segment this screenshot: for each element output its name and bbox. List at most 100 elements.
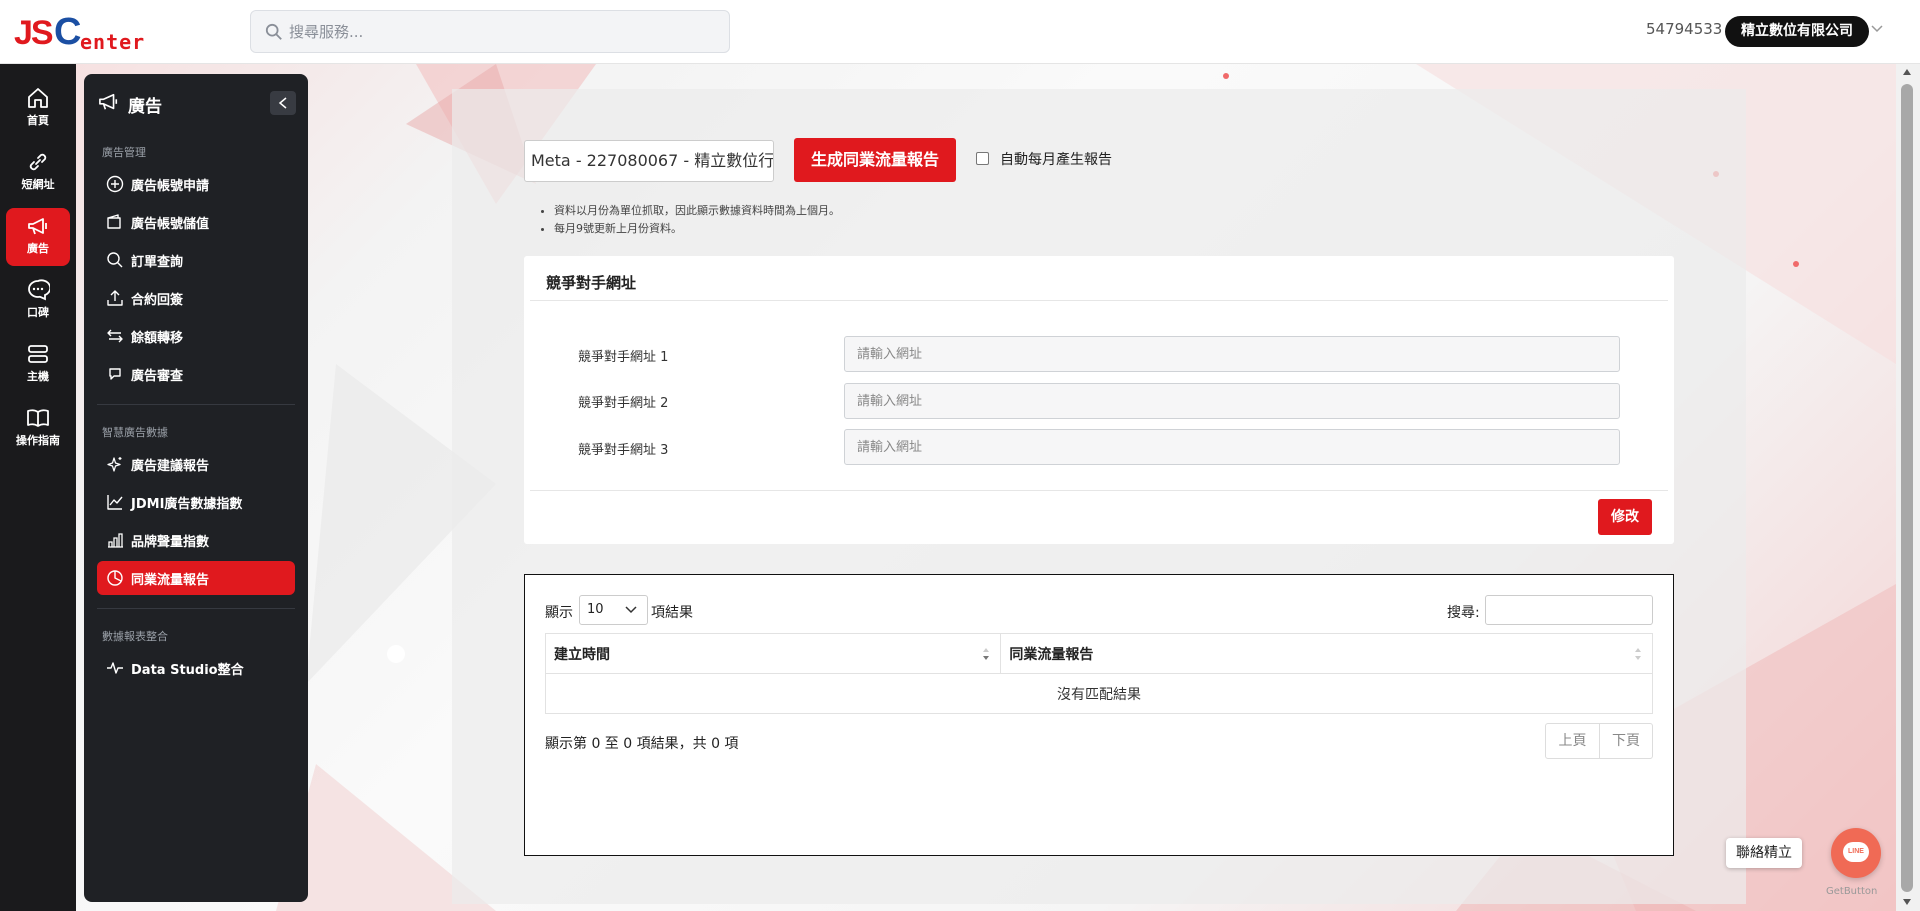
sidebar-item-label: JDMI廣告數據指數 — [131, 497, 243, 512]
panel-divider — [530, 490, 1668, 491]
megaphone-icon — [28, 218, 47, 235]
competitor-panel: 競爭對手網址 競爭對手網址 1 競爭對手網址 2 競爭對手網址 3 修改 — [524, 256, 1674, 544]
sidebar-divider — [97, 404, 295, 405]
length-suffix: 項結果 — [651, 605, 693, 621]
line-icon: LINE — [1843, 842, 1869, 862]
sidebar-item-label: 廣告帳號儲值 — [131, 217, 210, 232]
column-traffic-report[interactable]: 同業流量報告 — [1000, 633, 1653, 674]
generate-report-button[interactable]: 生成同業流量報告 — [794, 138, 956, 182]
service-search[interactable] — [250, 10, 730, 53]
sidebar-item-jdmi-index[interactable]: JDMI廣告數據指數 — [97, 485, 295, 519]
megaphone-icon — [99, 93, 118, 110]
scroll-thumb[interactable] — [1901, 84, 1913, 892]
rail-item-guide[interactable]: 操作指南 — [6, 400, 70, 458]
competitor-label-2: 競爭對手網址 2 — [578, 396, 669, 411]
getbutton-credit: GetButton — [1826, 886, 1878, 897]
page-length-select[interactable]: 10 — [579, 595, 648, 625]
pulse-icon — [107, 662, 123, 674]
sidebar-item-ad-suggestion[interactable]: 廣告建議報告 — [97, 447, 295, 481]
column-created-time[interactable]: 建立時間 — [544, 633, 1002, 674]
sidebar-item-label: 同業流量報告 — [131, 573, 210, 588]
search-input[interactable] — [289, 11, 719, 52]
company-button[interactable]: 精立數位有限公司 — [1725, 16, 1869, 47]
column-header-label: 同業流量報告 — [1009, 646, 1094, 663]
sort-icon — [983, 648, 990, 660]
jscenter-logo[interactable]: JS Center — [14, 11, 154, 54]
rail-label: 主機 — [27, 370, 49, 383]
auto-monthly-checkbox[interactable] — [976, 152, 989, 165]
sidebar-item-label: 訂單查詢 — [131, 255, 184, 270]
upload-icon — [107, 290, 123, 306]
chat-icon — [28, 279, 50, 301]
rail-item-hosting[interactable]: 主機 — [6, 336, 70, 394]
sidebar-item-label: 廣告審查 — [131, 369, 184, 384]
wallet-icon — [107, 214, 121, 229]
home-icon — [28, 88, 48, 108]
note-item: 每月9號更新上月份資料。 — [554, 220, 840, 238]
platform-account-select[interactable]: Meta - 227080067 - 精立數位行銷 — [524, 140, 774, 182]
sidebar-item-label: 廣告建議報告 — [131, 459, 210, 474]
rail-label: 首頁 — [27, 114, 49, 127]
sidebar-item-order-query[interactable]: 訂單查詢 — [97, 243, 295, 277]
sidebar-item-data-studio[interactable]: Data Studio整合 — [97, 651, 295, 685]
competitor-label-1: 競爭對手網址 1 — [578, 350, 669, 365]
table-search-input[interactable] — [1485, 595, 1653, 625]
search-icon — [107, 252, 123, 268]
sidebar-section-title: 智慧廣告數據 — [102, 426, 168, 439]
sidebar-item-contract-return[interactable]: 合約回簽 — [97, 281, 295, 315]
icon-rail: 首頁 短網址 廣告 口碑 主機 操作指南 — [0, 64, 76, 911]
sort-icon — [1635, 648, 1641, 660]
competitor-url-2-input[interactable] — [844, 383, 1620, 419]
empty-message: 沒有匹配結果 — [545, 673, 1653, 714]
book-icon — [27, 409, 49, 427]
sidebar-item-brand-voice[interactable]: 品牌聲量指數 — [97, 523, 295, 557]
sidebar-item-label: 品牌聲量指數 — [131, 535, 210, 550]
prev-page-button[interactable]: 上頁 — [1546, 724, 1599, 758]
sidebar-item-label: Data Studio整合 — [131, 663, 244, 678]
filter-label: 搜尋: — [1447, 605, 1480, 621]
rail-label: 短網址 — [21, 178, 55, 191]
sidebar-item-balance-transfer[interactable]: 餘額轉移 — [97, 319, 295, 353]
sidebar-section-title: 廣告管理 — [102, 146, 146, 159]
competitor-label-3: 競爭對手網址 3 — [578, 443, 669, 458]
rail-label: 口碑 — [27, 306, 49, 319]
table-info: 顯示第 0 至 0 項結果，共 0 項 — [545, 736, 739, 752]
chevron-down-icon — [625, 606, 637, 614]
top-header: JSCenter 54794533 精立數位有限公司 — [0, 0, 1920, 64]
sidebar-title: 廣告 — [128, 97, 162, 117]
sidebar-item-account-apply[interactable]: 廣告帳號申請 — [97, 167, 295, 201]
auto-monthly-label: 自動每月產生報告 — [1000, 152, 1112, 168]
competitor-url-1-input[interactable] — [844, 336, 1620, 372]
page-length-value: 10 — [587, 602, 604, 617]
sidebar-section-title: 數據報表整合 — [102, 630, 168, 643]
collapse-sidebar-button[interactable] — [270, 91, 296, 115]
sidebar-item-account-topup[interactable]: 廣告帳號儲值 — [97, 205, 295, 239]
report-notes: 資料以月份為單位抓取，因此顯示數據資料時間為上個月。 每月9號更新上月份資料。 — [540, 202, 840, 238]
sidebar-item-label: 合約回簽 — [131, 293, 184, 308]
pie-chart-icon — [107, 570, 123, 586]
rail-item-reviews[interactable]: 口碑 — [6, 272, 70, 330]
next-page-button[interactable]: 下頁 — [1599, 724, 1652, 758]
edit-button[interactable]: 修改 — [1598, 499, 1652, 535]
sidebar-item-ad-review[interactable]: 廣告審查 — [97, 357, 295, 391]
line-chat-button[interactable]: LINE — [1831, 828, 1881, 878]
chevron-left-icon — [278, 97, 287, 109]
server-icon — [28, 345, 48, 363]
scroll-up-icon[interactable] — [1902, 68, 1912, 76]
comment-icon — [109, 368, 121, 380]
sidebar-item-industry-traffic[interactable]: 同業流量報告 — [97, 561, 295, 595]
rail-item-home[interactable]: 首頁 — [6, 80, 70, 138]
account-id: 54794533 — [1646, 20, 1723, 38]
rail-item-ads[interactable]: 廣告 — [6, 208, 70, 266]
ads-sidebar: 廣告 廣告管理 廣告帳號申請 廣告帳號儲值 訂單查詢 合約回簽 餘額轉移 廣告審… — [84, 74, 308, 902]
bar-chart-icon — [108, 533, 123, 548]
rail-item-shortlink[interactable]: 短網址 — [6, 144, 70, 202]
contact-label[interactable]: 聯絡精立 — [1726, 838, 1802, 868]
sidebar-header: 廣告 — [98, 88, 296, 118]
scroll-down-icon[interactable] — [1902, 898, 1912, 906]
panel-title: 競爭對手網址 — [546, 274, 637, 292]
competitor-url-3-input[interactable] — [844, 429, 1620, 465]
chevron-down-icon[interactable] — [1870, 22, 1884, 36]
rail-label: 廣告 — [27, 242, 49, 255]
link-icon — [29, 153, 47, 171]
